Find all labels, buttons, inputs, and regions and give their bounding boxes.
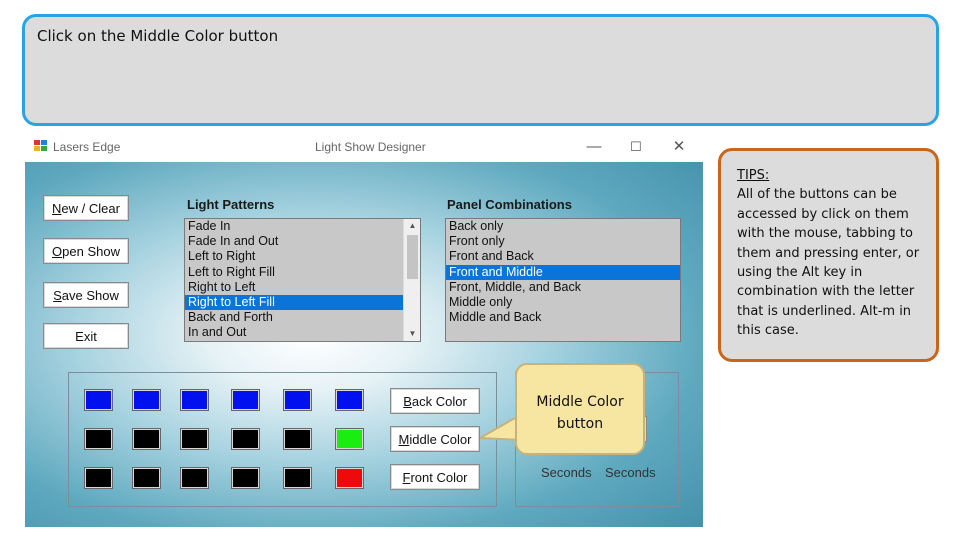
- instruction-box: Click on the Middle Color button: [22, 14, 939, 126]
- panel-combination-item[interactable]: Front, Middle, and Back: [446, 280, 680, 295]
- light-pattern-item[interactable]: Right to Left: [185, 280, 420, 295]
- back-color-button[interactable]: Back Color: [390, 388, 480, 414]
- color-swatch-r1-c1[interactable]: [84, 389, 113, 411]
- color-swatch-r3-c5[interactable]: [283, 467, 312, 489]
- panel-combination-item[interactable]: Middle and Back: [446, 310, 680, 325]
- panel-combination-item[interactable]: Middle only: [446, 295, 680, 310]
- light-pattern-item[interactable]: Left to Right: [185, 249, 420, 264]
- front-color-label: ront Color: [410, 469, 468, 485]
- maximize-icon[interactable]: ☐: [623, 136, 649, 158]
- color-swatch-r3-c1[interactable]: [84, 467, 113, 489]
- back-color-label: ack Color: [411, 393, 467, 409]
- front-color-button[interactable]: Front Color: [390, 464, 480, 490]
- save-show-button[interactable]: Save Show: [43, 282, 129, 308]
- color-swatch-r1-c5[interactable]: [283, 389, 312, 411]
- save-show-accesskey: S: [53, 287, 62, 303]
- back-color-accesskey: B: [403, 393, 412, 409]
- panel-combinations-label: Panel Combinations: [447, 197, 572, 212]
- close-icon[interactable]: ✕: [666, 136, 692, 158]
- middle-color-label: iddle Color: [409, 431, 472, 447]
- callout-line1: Middle Color: [536, 394, 624, 410]
- tips-heading: TIPS:: [737, 168, 770, 183]
- new-clear-label: ew / Clear: [61, 200, 120, 216]
- new-clear-button[interactable]: New / Clear: [43, 195, 129, 221]
- panel-combination-item[interactable]: Front and Back: [446, 249, 680, 264]
- color-swatch-r2-c2[interactable]: [132, 428, 161, 450]
- exit-button[interactable]: Exit: [43, 323, 129, 349]
- color-swatch-r1-c3[interactable]: [180, 389, 209, 411]
- color-swatch-r3-c3[interactable]: [180, 467, 209, 489]
- light-pattern-item[interactable]: In and Out: [185, 325, 420, 340]
- color-swatch-r3-c2[interactable]: [132, 467, 161, 489]
- app-name: Lasers Edge: [53, 140, 121, 154]
- panel-combination-item[interactable]: Front only: [446, 234, 680, 249]
- seconds-label-2: Seconds: [605, 465, 656, 480]
- light-patterns-label: Light Patterns: [187, 197, 275, 212]
- color-swatch-r3-c4[interactable]: [231, 467, 260, 489]
- seconds-label-1: Seconds: [541, 465, 592, 480]
- color-swatch-r2-c3[interactable]: [180, 428, 209, 450]
- color-swatch-r1-c4[interactable]: [231, 389, 260, 411]
- scroll-down-icon[interactable]: ▼: [404, 327, 420, 341]
- exit-label: Exit: [75, 328, 97, 344]
- middle-color-accesskey: M: [398, 431, 410, 447]
- window-title: Light Show Designer: [315, 140, 426, 154]
- new-clear-accesskey: N: [52, 200, 62, 216]
- color-swatch-r1-c6[interactable]: [335, 389, 364, 411]
- app-icon: [34, 140, 47, 152]
- scroll-up-icon[interactable]: ▲: [404, 219, 420, 233]
- color-swatch-r2-c6[interactable]: [335, 428, 364, 450]
- open-show-label: pen Show: [62, 243, 120, 259]
- middle-color-button[interactable]: Middle Color: [390, 426, 480, 452]
- color-swatch-r2-c1[interactable]: [84, 428, 113, 450]
- light-pattern-item[interactable]: Back and Forth: [185, 310, 420, 325]
- callout-line2: button: [556, 416, 604, 432]
- panel-combination-item[interactable]: Front and Middle: [446, 264, 680, 280]
- instruction-text: Click on the Middle Color button: [37, 27, 279, 45]
- save-show-label: ave Show: [61, 287, 119, 303]
- light-patterns-listbox[interactable]: Fade In Fade In and Out Left to Right Left …: [184, 218, 421, 342]
- light-patterns-scrollbar[interactable]: ▲ ▼: [403, 219, 420, 341]
- minimize-icon[interactable]: —: [581, 136, 607, 158]
- tips-box: TIPS: All of the buttons can be accessed…: [718, 148, 939, 362]
- scroll-thumb[interactable]: [407, 235, 418, 279]
- open-show-button[interactable]: Open Show: [43, 238, 129, 264]
- color-swatch-r2-c5[interactable]: [283, 428, 312, 450]
- panel-combinations-listbox[interactable]: Back only Front only Front and Back Front a…: [445, 218, 681, 342]
- title-bar: Lasers Edge Light Show Designer — ☐ ✕: [25, 132, 703, 162]
- light-pattern-item[interactable]: Left to Right Fill: [185, 265, 420, 280]
- light-pattern-item[interactable]: Fade In and Out: [185, 234, 420, 249]
- open-show-accesskey: O: [52, 243, 63, 259]
- tips-body: All of the buttons can be accessed by cl…: [737, 187, 920, 339]
- panel-combination-item[interactable]: Back only: [446, 219, 680, 234]
- app-window: Lasers Edge Light Show Designer — ☐ ✕ Ne…: [25, 132, 703, 527]
- light-pattern-item[interactable]: Fade In: [185, 219, 420, 234]
- light-pattern-item[interactable]: Right to Left Fill: [185, 294, 420, 311]
- color-swatch-r2-c4[interactable]: [231, 428, 260, 450]
- callout-bubble: Middle Color button: [515, 363, 645, 455]
- front-color-accesskey: F: [402, 469, 411, 485]
- color-swatch-r1-c2[interactable]: [132, 389, 161, 411]
- color-swatch-r3-c6[interactable]: [335, 467, 364, 489]
